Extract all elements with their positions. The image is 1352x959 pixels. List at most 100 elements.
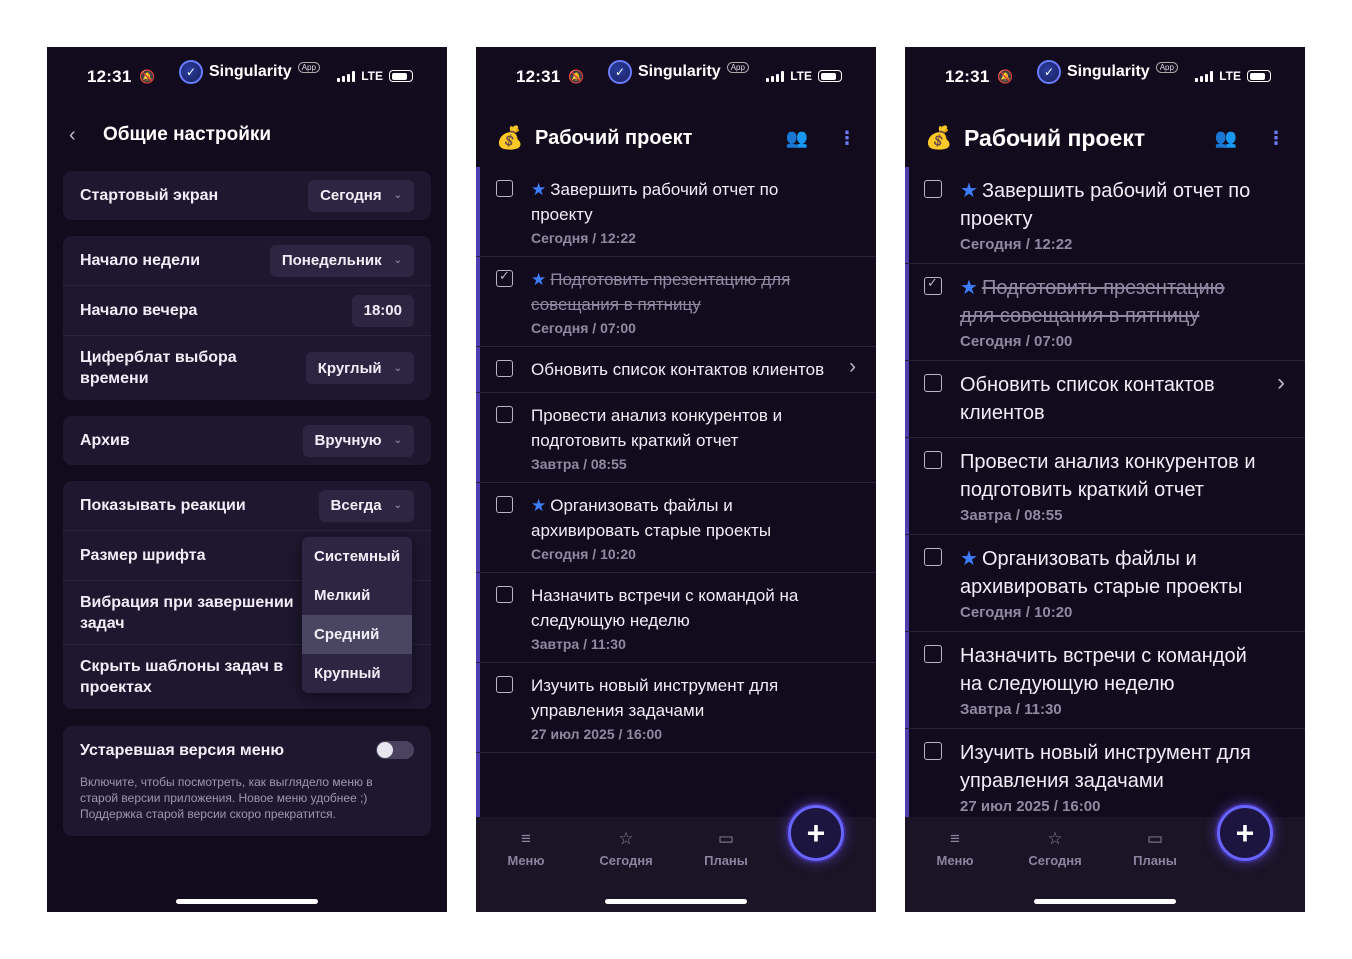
nav-plans[interactable]: ▭ Планы bbox=[686, 829, 766, 868]
task-checkbox[interactable] bbox=[924, 451, 942, 469]
row-archive[interactable]: Архив Вручную ⌄ bbox=[63, 416, 431, 465]
task-date: Завтра / 08:55 bbox=[960, 507, 1063, 524]
task-row[interactable]: ★ Организовать файлы и архивировать стары… bbox=[905, 535, 1305, 632]
task-checkbox[interactable] bbox=[496, 268, 513, 287]
add-task-button[interactable]: + bbox=[788, 805, 844, 861]
nav-plans[interactable]: ▭ Планы bbox=[1115, 829, 1195, 868]
nav-menu[interactable]: ≡ Меню bbox=[486, 829, 566, 868]
task-list: ★ Завершить рабочий отчет по проекту Сегод… bbox=[476, 167, 876, 817]
task-row[interactable]: Провести анализ конкурентов и подготовит… bbox=[476, 393, 876, 483]
group-start-screen: Стартовый экран Сегодня ⌄ bbox=[63, 171, 431, 220]
more-vertical-icon[interactable]: ⋮ bbox=[1267, 128, 1285, 149]
task-row[interactable]: ★ Организовать файлы и архивировать стары… bbox=[476, 483, 876, 573]
font-option-highlighted[interactable]: Средний bbox=[302, 615, 412, 654]
task-checkbox[interactable] bbox=[496, 586, 513, 603]
row-start-screen[interactable]: Стартовый экран Сегодня ⌄ bbox=[63, 171, 431, 220]
row-legacy-menu[interactable]: Устаревшая версия меню bbox=[63, 726, 431, 774]
calendar-icon: ▭ bbox=[1146, 829, 1164, 848]
add-person-icon[interactable]: 👥 bbox=[1215, 128, 1237, 149]
row-reactions[interactable]: Показывать реакции Всегда ⌄ bbox=[63, 481, 431, 531]
chevron-right-icon[interactable]: › bbox=[1277, 369, 1285, 397]
nav-today[interactable]: ☆ Сегодня bbox=[586, 829, 666, 868]
project-header: 💰 Рабочий проект 👥 ⋮ bbox=[925, 122, 1285, 154]
task-row[interactable]: ★Подготовить презентацию для совещания в… bbox=[905, 264, 1305, 361]
row-dial[interactable]: Циферблат выбора времени Круглый ⌄ bbox=[63, 336, 431, 400]
app-tag: App bbox=[1155, 61, 1178, 73]
legacy-menu-toggle[interactable] bbox=[376, 741, 414, 759]
select-value: 18:00 bbox=[363, 302, 402, 319]
app-check-icon: ✓ bbox=[1037, 60, 1061, 84]
font-option[interactable]: Крупный bbox=[302, 654, 412, 693]
add-task-button[interactable]: + bbox=[1217, 805, 1273, 861]
task-row[interactable]: ★ Завершить рабочий отчет по проекту Сегод… bbox=[476, 167, 876, 257]
signal-icon bbox=[337, 70, 356, 82]
app-tag: App bbox=[297, 61, 320, 73]
nav-label: Сегодня bbox=[599, 853, 653, 868]
task-title-text: Обновить список контактов клиентов bbox=[531, 360, 825, 379]
dial-select[interactable]: Круглый ⌄ bbox=[305, 352, 414, 384]
task-row[interactable]: Изучить новый инструмент для управления … bbox=[476, 663, 876, 753]
task-checkbox[interactable] bbox=[924, 645, 942, 663]
nav-menu[interactable]: ≡ Меню bbox=[915, 829, 995, 868]
evening-time-button[interactable]: 18:00 bbox=[351, 294, 414, 327]
task-row[interactable]: Провести анализ конкурентов и подготовит… bbox=[905, 438, 1305, 535]
calendar-icon: ▭ bbox=[717, 829, 735, 848]
week-start-select[interactable]: Понедельник ⌄ bbox=[269, 244, 414, 277]
task-date: Сегодня / 12:22 bbox=[960, 236, 1073, 253]
more-vertical-icon[interactable]: ⋮ bbox=[838, 128, 856, 149]
group-archive: Архив Вручную ⌄ bbox=[63, 416, 431, 465]
back-chevron-icon[interactable]: ‹ bbox=[69, 124, 103, 147]
task-row[interactable]: ★ Завершить рабочий отчет по проекту Сегод… bbox=[905, 167, 1305, 264]
task-checkbox[interactable] bbox=[924, 742, 942, 760]
task-date: 27 июл 2025 / 16:00 bbox=[531, 726, 663, 742]
task-checkbox[interactable] bbox=[924, 180, 942, 198]
page-title: Рабочий проект bbox=[535, 126, 693, 149]
status-indicators: LTE bbox=[766, 69, 842, 83]
home-indicator bbox=[176, 899, 318, 904]
task-row[interactable]: ★Подготовить презентацию для совещания в… bbox=[476, 257, 876, 347]
archive-select[interactable]: Вручную ⌄ bbox=[302, 424, 414, 457]
task-checkbox[interactable] bbox=[496, 676, 513, 693]
task-title-text: Назначить встречи с командой на следующу… bbox=[531, 586, 799, 630]
add-person-icon[interactable]: 👥 bbox=[786, 128, 808, 149]
font-option[interactable]: Системный bbox=[302, 537, 412, 576]
row-week-start[interactable]: Начало недели Понедельник ⌄ bbox=[63, 236, 431, 286]
app-check-icon: ✓ bbox=[608, 60, 632, 84]
select-value: Всегда bbox=[330, 497, 382, 514]
task-checkbox[interactable] bbox=[924, 548, 942, 566]
task-title-text: Завершить рабочий отчет по проекту bbox=[960, 180, 1251, 230]
app-badge: ✓ Singularity App bbox=[608, 60, 749, 84]
task-checkbox[interactable] bbox=[496, 360, 513, 377]
app-name: Singularity bbox=[1067, 63, 1150, 80]
nav-today[interactable]: ☆ Сегодня bbox=[1015, 829, 1095, 868]
task-row[interactable]: Обновить список контактов клиентов › bbox=[476, 347, 876, 393]
font-option[interactable]: Мелкий bbox=[302, 576, 412, 615]
reactions-select[interactable]: Всегда ⌄ bbox=[318, 489, 414, 522]
task-row[interactable]: Обновить список контактов клиентов › bbox=[905, 361, 1305, 438]
chevron-down-icon: ⌄ bbox=[393, 255, 402, 266]
task-row[interactable]: Изучить новый инструмент для управления … bbox=[905, 729, 1305, 817]
row-evening-start[interactable]: Начало вечера 18:00 bbox=[63, 286, 431, 336]
task-checkbox[interactable] bbox=[924, 275, 942, 295]
task-checkbox[interactable] bbox=[924, 374, 942, 392]
chevron-right-icon[interactable]: › bbox=[849, 355, 856, 379]
task-date: Сегодня / 07:00 bbox=[960, 333, 1073, 350]
task-date: Завтра / 11:30 bbox=[960, 701, 1062, 718]
task-title-text: Организовать файлы и архивировать старые… bbox=[960, 548, 1243, 598]
row-label: Показывать реакции bbox=[80, 497, 246, 514]
star-icon: ★ bbox=[960, 548, 978, 570]
task-date: Сегодня / 10:20 bbox=[960, 604, 1073, 621]
battery-icon bbox=[1247, 70, 1271, 82]
task-row[interactable]: Назначить встречи с командой на следующу… bbox=[476, 573, 876, 663]
task-checkbox[interactable] bbox=[496, 406, 513, 423]
task-title: Назначить встречи с командой на следующу… bbox=[960, 642, 1260, 698]
task-checkbox[interactable] bbox=[496, 180, 513, 197]
start-screen-select[interactable]: Сегодня ⌄ bbox=[308, 179, 414, 212]
bell-off-icon: 🔕 bbox=[568, 69, 585, 84]
project-screen-large-font: 12:31 🔕 ✓ Singularity App LTE 💰 Рабочий … bbox=[905, 47, 1305, 912]
task-checkbox[interactable] bbox=[496, 496, 513, 513]
battery-icon bbox=[818, 70, 842, 82]
app-badge: ✓ Singularity App bbox=[179, 60, 320, 84]
task-row[interactable]: Назначить встречи с командой на следующу… bbox=[905, 632, 1305, 729]
chevron-down-icon: ⌄ bbox=[393, 362, 402, 374]
